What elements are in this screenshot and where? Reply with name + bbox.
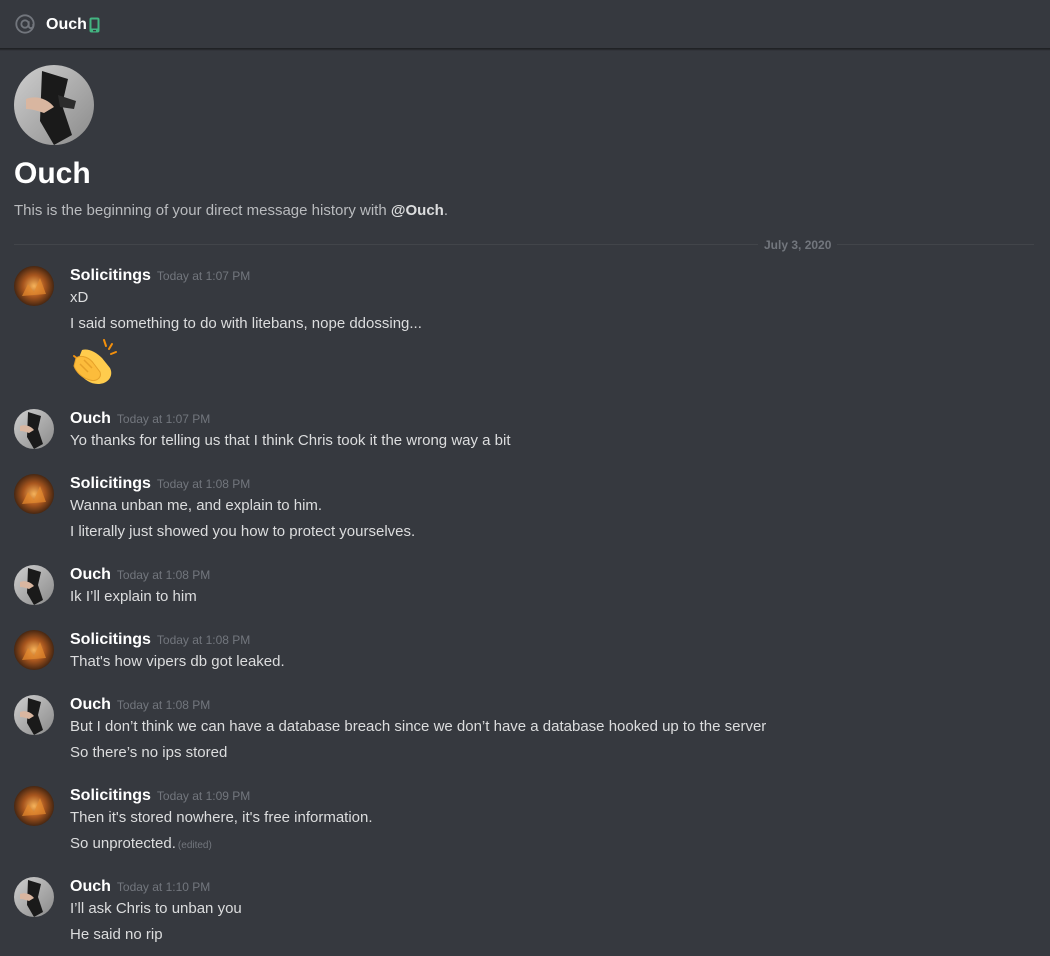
intro-description-end: .	[443, 202, 448, 219]
username[interactable]: Ouch	[70, 566, 111, 583]
message-text: I literally just showed you how to prote…	[70, 523, 416, 540]
timestamp: Today at 1:08 PM	[156, 477, 251, 491]
channel-title: Ouch	[46, 16, 87, 33]
timestamp: Today at 1:08 PM	[116, 698, 211, 712]
date-divider	[14, 244, 1034, 245]
message-header: Ouch Today at 1:07 PM	[70, 409, 210, 429]
username[interactable]: Ouch	[70, 410, 111, 427]
message-header: Ouch Today at 1:10 PM	[70, 877, 210, 897]
message-text: xD	[70, 289, 89, 306]
avatar[interactable]	[14, 695, 54, 735]
clapping-hands-emoji[interactable]	[68, 336, 120, 388]
message-text-content: So unprotected.	[70, 835, 176, 852]
timestamp: Today at 1:08 PM	[156, 633, 251, 647]
channel-header: Ouch	[0, 0, 1050, 49]
avatar[interactable]	[14, 565, 54, 605]
message-header: Solicitings Today at 1:09 PM	[70, 786, 250, 806]
mobile-phone-icon	[89, 17, 100, 33]
timestamp: Today at 1:08 PM	[116, 568, 211, 582]
intro-avatar[interactable]	[14, 65, 94, 145]
intro-description: This is the beginning of your direct mes…	[14, 201, 448, 221]
message-header: Ouch Today at 1:08 PM	[70, 565, 210, 585]
message-header: Ouch Today at 1:08 PM	[70, 695, 210, 715]
message-text: That's how vipers db got leaked.	[70, 653, 285, 670]
username[interactable]: Solicitings	[70, 475, 151, 492]
message-header: Solicitings Today at 1:08 PM	[70, 474, 250, 494]
message-text: So unprotected. (edited)	[70, 834, 212, 856]
message-text: He said no rip	[70, 926, 163, 943]
avatar[interactable]	[14, 266, 54, 306]
intro-description-text: This is the beginning of your direct mes…	[14, 202, 391, 219]
message-text: Wanna unban me, and explain to him.	[70, 497, 323, 514]
username[interactable]: Ouch	[70, 878, 111, 895]
username[interactable]: Solicitings	[70, 267, 151, 284]
message-header: Solicitings Today at 1:07 PM	[70, 266, 250, 286]
message-text: Ik I’ll explain to him	[70, 588, 197, 605]
timestamp: Today at 1:09 PM	[156, 789, 251, 803]
timestamp: Today at 1:07 PM	[156, 269, 251, 283]
timestamp: Today at 1:10 PM	[116, 880, 211, 894]
intro-mention[interactable]: @Ouch	[391, 202, 444, 219]
message-text: I said something to do with litebans, no…	[70, 315, 422, 332]
avatar[interactable]	[14, 630, 54, 670]
message-text: I’ll ask Chris to unban you	[70, 900, 242, 917]
username[interactable]: Ouch	[70, 696, 111, 713]
avatar[interactable]	[14, 474, 54, 514]
avatar[interactable]	[14, 786, 54, 826]
message-header: Solicitings Today at 1:08 PM	[70, 630, 250, 650]
avatar[interactable]	[14, 877, 54, 917]
edited-label: (edited)	[177, 840, 212, 851]
message-text: So there’s no ips stored	[70, 744, 228, 761]
timestamp: Today at 1:07 PM	[116, 412, 211, 426]
username[interactable]: Solicitings	[70, 631, 151, 648]
date-divider-label: July 3, 2020	[758, 237, 838, 253]
avatar[interactable]	[14, 409, 54, 449]
message-text: Then it's stored nowhere, it's free info…	[70, 809, 373, 826]
intro-username: Ouch	[14, 157, 91, 190]
at-icon	[15, 14, 35, 34]
username[interactable]: Solicitings	[70, 787, 151, 804]
message-text: But I don’t think we can have a database…	[70, 718, 767, 735]
message-text: Yo thanks for telling us that I think Ch…	[70, 432, 511, 449]
